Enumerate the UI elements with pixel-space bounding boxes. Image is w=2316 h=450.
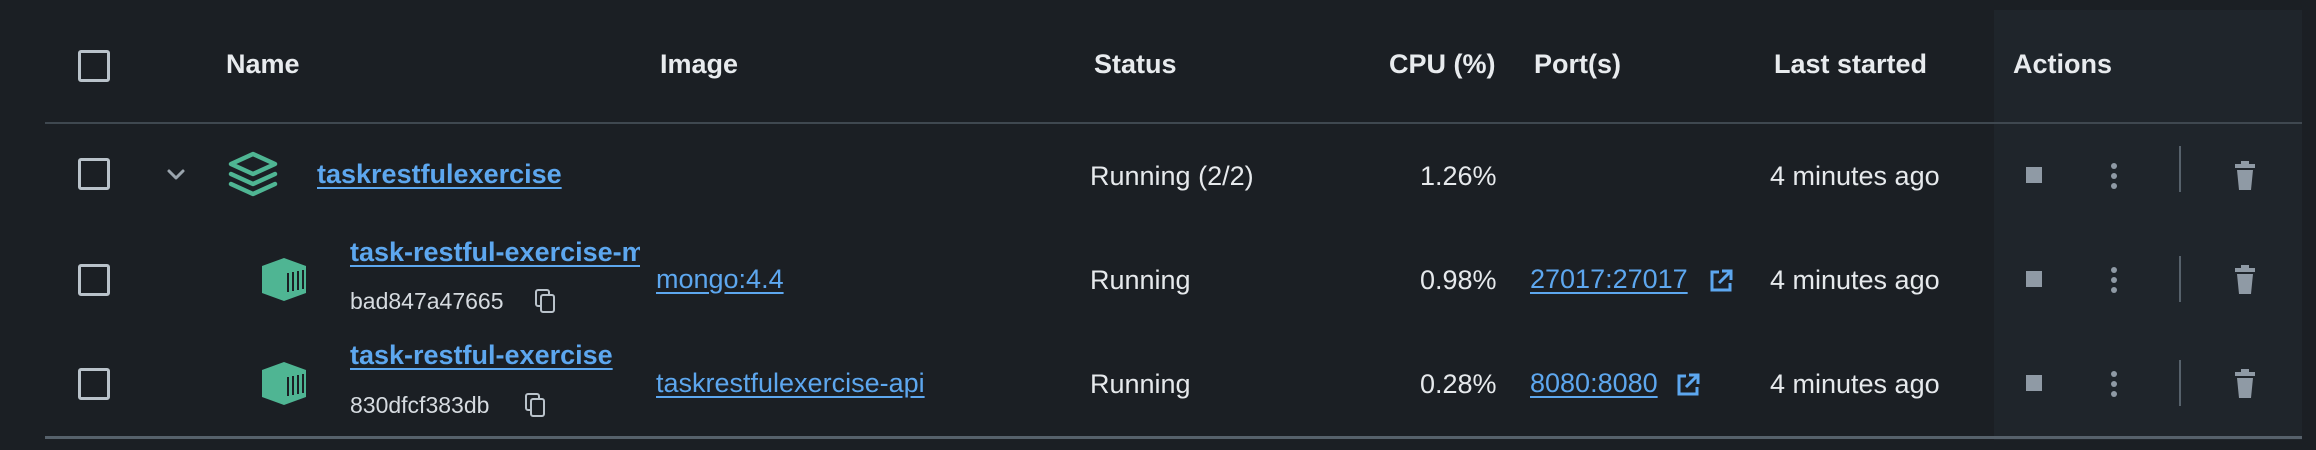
container-status: Running <box>1090 265 1191 295</box>
action-separator <box>2179 146 2181 192</box>
group-last-started: 4 minutes ago <box>1770 161 1940 191</box>
container-icon <box>262 362 306 405</box>
port-link[interactable]: 27017:27017 <box>1530 264 1688 295</box>
more-vertical-icon[interactable] <box>2104 266 2124 294</box>
table-bottom-border <box>45 436 2302 439</box>
external-link-icon[interactable] <box>1708 268 1734 294</box>
container-name-link[interactable]: task-restful-exercise <box>350 340 613 371</box>
column-header-name[interactable]: Name <box>226 49 300 80</box>
more-vertical-icon[interactable] <box>2104 162 2124 190</box>
copy-icon[interactable] <box>534 288 556 314</box>
group-name-link[interactable]: taskrestfulexercise <box>317 159 562 190</box>
container-icon <box>262 258 306 301</box>
select-all-checkbox[interactable] <box>78 50 110 82</box>
more-vertical-icon[interactable] <box>2104 370 2124 398</box>
column-header-actions: Actions <box>2013 49 2113 79</box>
group-status: Running (2/2) <box>1090 161 1254 191</box>
copy-icon[interactable] <box>524 392 546 418</box>
container-id: bad847a47665 <box>350 288 504 314</box>
container-id: 830dfcf383db <box>350 392 490 418</box>
external-link-icon[interactable] <box>1675 372 1701 398</box>
port-link[interactable]: 8080:8080 <box>1530 368 1658 399</box>
trash-icon[interactable] <box>2230 160 2260 192</box>
column-header-ports[interactable]: Port(s) <box>1534 49 1621 80</box>
containers-table: Name Image Status CPU (%) Port(s) Last s… <box>0 0 2316 450</box>
action-separator <box>2179 360 2181 406</box>
container-cpu: 0.28% <box>1420 369 1497 399</box>
column-header-cpu[interactable]: CPU (%) <box>1389 49 1496 80</box>
stop-icon[interactable] <box>2024 165 2044 185</box>
container-status: Running <box>1090 369 1191 399</box>
stop-icon[interactable] <box>2024 269 2044 289</box>
image-link[interactable]: taskrestfulexercise-api <box>656 368 925 399</box>
group-cpu: 1.26% <box>1420 161 1497 191</box>
image-link[interactable]: mongo:4.4 <box>656 264 784 295</box>
trash-icon[interactable] <box>2230 368 2260 400</box>
stop-icon[interactable] <box>2024 373 2044 393</box>
column-header-last-started[interactable]: Last started <box>1774 49 1927 80</box>
container-last-started: 4 minutes ago <box>1770 265 1940 295</box>
container-row-1-checkbox[interactable] <box>78 264 110 296</box>
container-row-2-checkbox[interactable] <box>78 368 110 400</box>
container-name-clip: task-restful-exercise-mongo-1 <box>350 233 640 275</box>
chevron-down-icon[interactable] <box>165 167 187 183</box>
stack-icon <box>228 151 278 197</box>
header-divider <box>45 122 2302 124</box>
column-header-status[interactable]: Status <box>1094 49 1177 80</box>
container-cpu: 0.98% <box>1420 265 1497 295</box>
container-name-link[interactable]: task-restful-exercise-mongo-1 <box>350 237 640 268</box>
trash-icon[interactable] <box>2230 264 2260 296</box>
group-row-checkbox[interactable] <box>78 158 110 190</box>
container-last-started: 4 minutes ago <box>1770 369 1940 399</box>
action-separator <box>2179 256 2181 302</box>
column-header-image[interactable]: Image <box>660 49 738 80</box>
